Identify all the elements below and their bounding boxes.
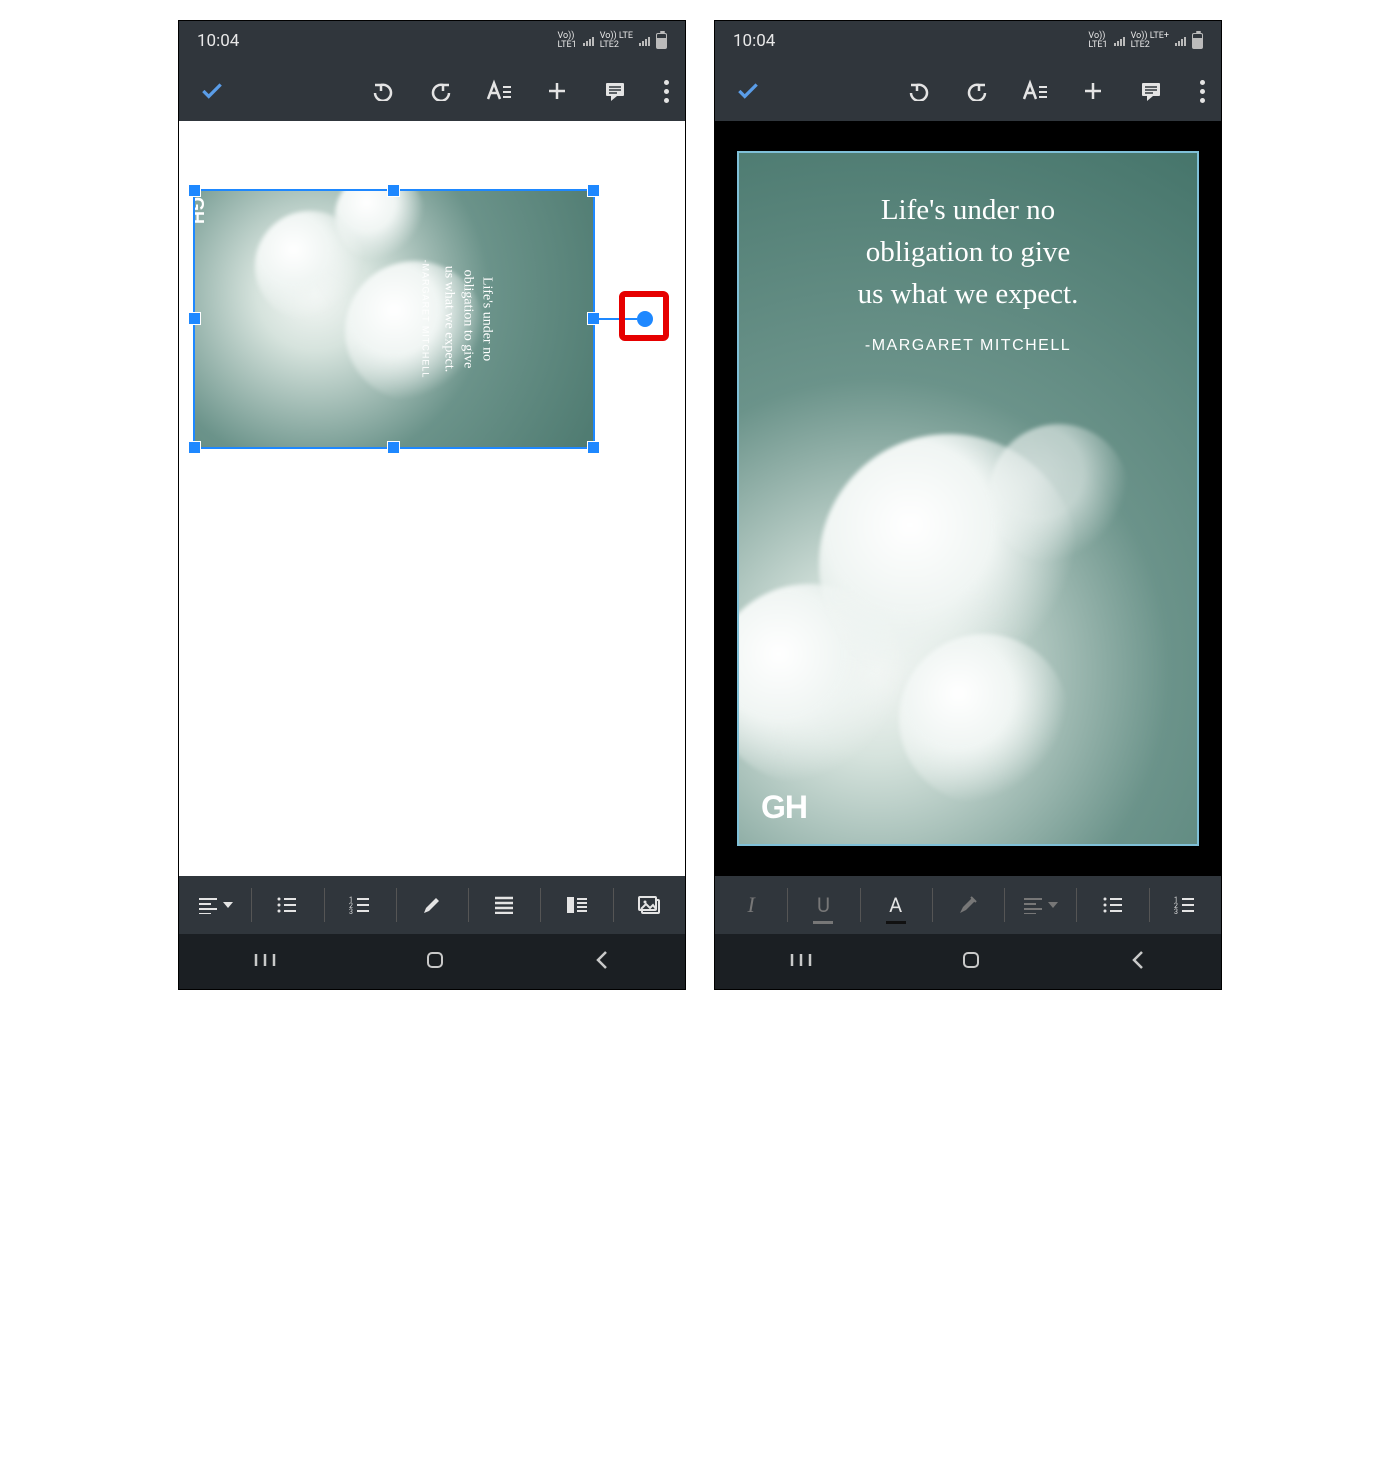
- android-nav-bar: [179, 934, 685, 989]
- quote-line-2: obligation to give: [457, 204, 476, 434]
- battery-icon: [656, 33, 667, 49]
- redo-button[interactable]: [426, 76, 456, 106]
- quote-image-full[interactable]: Life's under no obligation to give us wh…: [737, 151, 1199, 846]
- bulleted-list-button[interactable]: [1076, 876, 1148, 934]
- document-canvas-left[interactable]: Life's under no obligation to give us wh…: [179, 121, 685, 876]
- quote-image-rotated: Life's under no obligation to give us wh…: [195, 191, 593, 447]
- document-canvas-right[interactable]: Life's under no obligation to give us wh…: [715, 121, 1221, 876]
- format-bar-left: 123: [179, 876, 685, 934]
- svg-text:3: 3: [349, 908, 353, 914]
- numbered-list-button[interactable]: 123: [1149, 876, 1221, 934]
- justify-button[interactable]: [468, 876, 540, 934]
- svg-text:3: 3: [1174, 908, 1178, 914]
- insert-button[interactable]: [542, 76, 572, 106]
- overflow-menu-button[interactable]: [1194, 80, 1211, 103]
- done-button[interactable]: [197, 76, 227, 106]
- paragraph-align-button[interactable]: [179, 876, 251, 934]
- editor-toolbar: [715, 61, 1221, 121]
- gh-logo: GH: [195, 197, 207, 224]
- signal-bars-2-icon: [1175, 37, 1186, 46]
- quote-line-3: us what we expect.: [438, 204, 457, 434]
- numbered-list-button[interactable]: 123: [324, 876, 396, 934]
- resize-handle-ml[interactable]: [188, 312, 201, 325]
- insert-image-button[interactable]: [613, 876, 685, 934]
- signal-bars-1-icon: [1114, 37, 1125, 46]
- text-format-button[interactable]: [1020, 76, 1050, 106]
- quote-attribution: -MARGARET MITCHELL: [420, 204, 430, 434]
- quote-attribution: -MARGARET MITCHELL: [768, 337, 1168, 355]
- font-color-button[interactable]: A: [860, 876, 932, 934]
- right-phone-screenshot: 10:04 Vo))LTE1 Vo)) LTE+LTE2: [714, 20, 1222, 990]
- quote-line-1: Life's under no: [768, 189, 1168, 231]
- redo-button[interactable]: [962, 76, 992, 106]
- insert-button[interactable]: [1078, 76, 1108, 106]
- quote-line-2: obligation to give: [768, 231, 1168, 273]
- indent-button[interactable]: [540, 876, 612, 934]
- nav-home-button[interactable]: [423, 948, 447, 976]
- signal-bars-1-icon: [583, 37, 594, 46]
- left-phone-screenshot: 10:04 Vo))LTE1 Vo)) LTELTE2: [178, 20, 686, 990]
- battery-icon: [1192, 33, 1203, 49]
- format-bar-right: I U A 123: [715, 876, 1221, 934]
- editor-toolbar: [179, 61, 685, 121]
- status-bar: 10:04 Vo))LTE1 Vo)) LTE+LTE2: [715, 21, 1221, 61]
- gh-logo: GH: [761, 789, 807, 826]
- nav-recent-button[interactable]: [788, 950, 814, 974]
- underline-button[interactable]: U: [787, 876, 859, 934]
- comment-button[interactable]: [1136, 76, 1166, 106]
- done-button[interactable]: [733, 76, 763, 106]
- resize-handle-bl[interactable]: [188, 441, 201, 454]
- edit-pencil-button[interactable]: [396, 876, 468, 934]
- resize-handle-tc[interactable]: [387, 184, 400, 197]
- nav-back-button[interactable]: [1128, 948, 1148, 976]
- resize-handle-bc[interactable]: [387, 441, 400, 454]
- undo-button[interactable]: [368, 76, 398, 106]
- nav-home-button[interactable]: [959, 948, 983, 976]
- comment-button[interactable]: [600, 76, 630, 106]
- status-icons: Vo))LTE1 Vo)) LTELTE2: [558, 32, 667, 50]
- nav-back-button[interactable]: [592, 948, 612, 976]
- quote-line-3: us what we expect.: [768, 273, 1168, 315]
- android-nav-bar: [715, 934, 1221, 989]
- bulleted-list-button[interactable]: [251, 876, 323, 934]
- nav-recent-button[interactable]: [252, 950, 278, 974]
- overflow-menu-button[interactable]: [658, 80, 675, 103]
- undo-button[interactable]: [904, 76, 934, 106]
- clock: 10:04: [733, 31, 775, 51]
- selected-image[interactable]: Life's under no obligation to give us wh…: [193, 189, 595, 449]
- status-bar: 10:04 Vo))LTE1 Vo)) LTELTE2: [179, 21, 685, 61]
- annotation-highlight-box: [619, 291, 669, 341]
- paragraph-align-button[interactable]: [1004, 876, 1076, 934]
- resize-handle-tr[interactable]: [587, 184, 600, 197]
- resize-handle-br[interactable]: [587, 441, 600, 454]
- italic-button[interactable]: I: [715, 876, 787, 934]
- signal-bars-2-icon: [639, 37, 650, 46]
- quote-line-1: Life's under no: [476, 204, 495, 434]
- resize-handle-tl[interactable]: [188, 184, 201, 197]
- clock: 10:04: [197, 31, 239, 51]
- status-icons: Vo))LTE1 Vo)) LTE+LTE2: [1088, 32, 1203, 50]
- highlighter-button[interactable]: [932, 876, 1004, 934]
- text-format-button[interactable]: [484, 76, 514, 106]
